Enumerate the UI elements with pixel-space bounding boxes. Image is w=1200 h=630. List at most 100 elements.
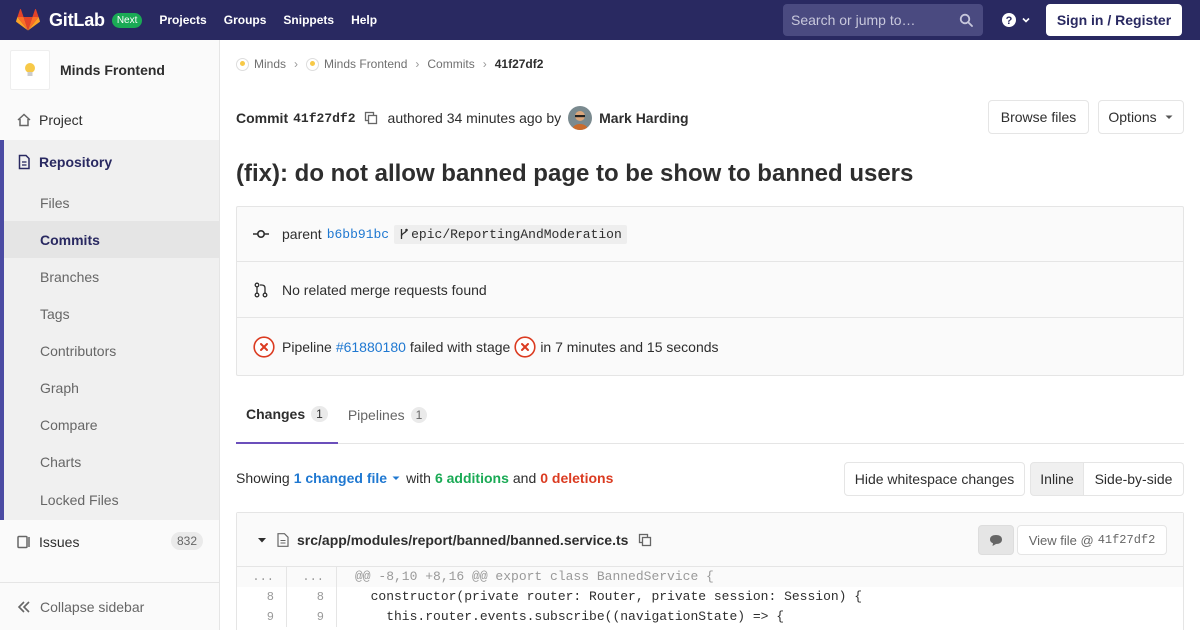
tab-count: 1 — [311, 406, 328, 422]
top-navbar: GitLab Next Projects Groups Snippets Hel… — [0, 0, 1200, 40]
commit-label: Commit — [236, 110, 289, 126]
sidebar-item-label: Project — [39, 112, 83, 128]
sidebar-item-tags[interactable]: Tags — [4, 295, 219, 332]
caret-down-icon — [1165, 115, 1173, 119]
new-line-number[interactable]: 8 — [287, 587, 337, 607]
sign-in-button[interactable]: Sign in / Register — [1046, 4, 1182, 36]
stage-failed-icon[interactable] — [514, 335, 536, 358]
sidebar-item-commits[interactable]: Commits — [4, 221, 219, 258]
tab-pipelines[interactable]: Pipelines 1 — [338, 386, 438, 444]
author-avatar[interactable] — [568, 106, 593, 130]
sidebar-item-branches[interactable]: Branches — [4, 258, 219, 295]
inline-view-button[interactable]: Inline — [1030, 462, 1084, 496]
breadcrumb-commits[interactable]: Commits — [427, 57, 474, 71]
svg-text:?: ? — [1006, 15, 1013, 27]
pipeline-status-text: failed with stage — [409, 338, 511, 355]
diff-hunk-line: ... ... @@ -8,10 +8,16 @@ export class B… — [237, 567, 1183, 587]
commit-tabs: Changes 1 Pipelines 1 — [236, 386, 1184, 444]
hide-whitespace-button[interactable]: Hide whitespace changes — [844, 462, 1025, 496]
breadcrumb-separator: › — [294, 57, 299, 71]
toggle-comments-button[interactable] — [978, 525, 1014, 555]
lightbulb-icon — [236, 57, 249, 71]
sidebar-item-contributors[interactable]: Contributors — [4, 332, 219, 369]
old-line-number[interactable]: 8 — [237, 587, 287, 607]
changed-files-dropdown[interactable]: 1 changed file — [294, 470, 401, 486]
old-line-number: ... — [237, 567, 287, 587]
lightbulb-icon — [25, 63, 35, 76]
main-content: Minds › Minds Frontend › Commits › 41f27… — [236, 40, 1184, 630]
home-icon — [16, 112, 32, 128]
sidebar-item-repository[interactable]: Repository — [4, 140, 219, 184]
breadcrumb-minds[interactable]: Minds — [236, 57, 286, 71]
new-line-number: ... — [287, 567, 337, 587]
code-text: this.router.events.subscribe((navigation… — [355, 609, 785, 624]
caret-down-icon[interactable] — [257, 535, 267, 545]
view-file-button[interactable]: View file @ 41f27df2 — [1017, 525, 1167, 555]
showing-text: Showing — [236, 470, 290, 486]
caret-down-icon — [392, 476, 400, 480]
merge-requests-text: No related merge requests found — [282, 281, 487, 298]
sidebar-item-graph[interactable]: Graph — [4, 369, 219, 406]
brand-name: GitLab — [49, 9, 105, 30]
breadcrumb-sha[interactable]: 41f27df2 — [495, 57, 544, 71]
sidebar-project-header[interactable]: Minds Frontend — [0, 40, 219, 100]
new-line-number[interactable]: 9 — [287, 607, 337, 627]
old-line-number[interactable]: 9 — [237, 607, 287, 627]
search-box — [783, 4, 983, 36]
copy-file-path-button[interactable] — [638, 533, 652, 547]
nav-help[interactable]: Help — [351, 13, 377, 27]
gitlab-logo-icon — [16, 9, 40, 31]
copy-sha-button[interactable] — [364, 111, 378, 125]
double-chevron-left-icon — [17, 600, 30, 613]
help-dropdown[interactable]: ? — [1001, 12, 1031, 28]
lightbulb-icon — [306, 57, 320, 71]
sidebar-item-charts[interactable]: Charts — [4, 443, 219, 480]
code-text: constructor(private router: Router, priv… — [355, 589, 863, 604]
nav-groups[interactable]: Groups — [224, 13, 267, 27]
browse-files-button[interactable]: Browse files — [988, 100, 1089, 134]
tab-label: Pipelines — [347, 407, 405, 423]
commit-authored-text: authored 34 minutes ago by — [387, 110, 562, 126]
author-name-link[interactable]: Mark Harding — [599, 110, 688, 126]
view-file-sha: 41f27df2 — [1097, 533, 1156, 547]
branch-tag[interactable]: epic/ReportingAndModeration — [394, 224, 627, 244]
issues-count-badge: 832 — [170, 532, 203, 550]
breadcrumb-minds-frontend[interactable]: Minds Frontend — [306, 57, 407, 71]
sidebar-item-locked-files[interactable]: Locked Files — [4, 480, 219, 520]
doc-icon — [16, 154, 32, 170]
breadcrumb-label: Minds Frontend — [324, 57, 408, 71]
options-dropdown[interactable]: Options — [1098, 100, 1184, 134]
sidebar-item-project[interactable]: Project — [0, 100, 219, 140]
pipeline-id-link[interactable]: #61880180 — [336, 339, 406, 355]
collapse-sidebar-button[interactable]: Collapse sidebar — [0, 582, 219, 630]
parent-sha-link[interactable]: b6bb91bc — [327, 227, 389, 242]
search-input[interactable] — [791, 12, 951, 28]
project-avatar — [10, 50, 50, 90]
next-badge[interactable]: Next — [111, 12, 143, 28]
project-name: Minds Frontend — [60, 62, 165, 78]
sidebar-item-issues[interactable]: Issues 832 — [0, 520, 219, 564]
collapse-sidebar-label: Collapse sidebar — [40, 598, 145, 615]
nav-snippets[interactable]: Snippets — [283, 13, 334, 27]
sidebar-item-label: Issues — [39, 534, 80, 550]
sidebar-item-files[interactable]: Files — [4, 184, 219, 221]
diff-file-header: src/app/modules/report/banned/banned.ser… — [237, 513, 1183, 567]
commit-node-icon — [253, 230, 269, 239]
breadcrumb-separator: › — [482, 57, 487, 71]
with-text: with — [406, 470, 431, 486]
diff-line: 8 8 constructor(private router: Router, … — [237, 587, 1183, 607]
question-icon: ? — [1002, 13, 1016, 27]
and-text: and — [512, 470, 537, 486]
tab-changes[interactable]: Changes 1 — [236, 386, 338, 444]
sidebar-item-compare[interactable]: Compare — [4, 406, 219, 443]
status-failed-icon[interactable] — [253, 335, 275, 358]
brand[interactable]: GitLab Next — [16, 0, 143, 40]
file-path-link[interactable]: src/app/modules/report/banned/banned.ser… — [297, 532, 628, 548]
nav-projects[interactable]: Projects — [159, 13, 206, 27]
code-text: @@ -8,10 +8,16 @@ export class BannedSer… — [355, 569, 714, 584]
commit-title: (fix): do not allow banned page to be sh… — [236, 160, 914, 187]
comment-icon — [990, 534, 1002, 546]
pipeline-duration-text: in 7 minutes and 15 seconds — [540, 338, 719, 355]
diff-summary: Showing 1 changed file with 6 additions … — [236, 470, 613, 486]
side-by-side-button[interactable]: Side-by-side — [1083, 462, 1184, 496]
